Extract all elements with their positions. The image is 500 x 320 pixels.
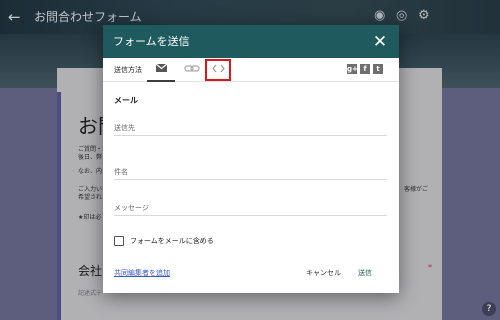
- help-button[interactable]: ?: [482, 302, 496, 316]
- twitter-share-icon[interactable]: t: [373, 64, 383, 74]
- google-plus-share-icon[interactable]: g+: [347, 64, 358, 74]
- send-method-row: 送信方法 g+ f t: [103, 58, 399, 82]
- dialog-title: フォームを送信: [113, 35, 190, 48]
- subject-field[interactable]: 件名: [114, 164, 387, 180]
- add-collaborators-link[interactable]: 共同編集者を追加: [114, 269, 170, 278]
- include-form-label: フォームをメールに含める: [130, 237, 214, 245]
- send-form-dialog: フォームを送信 ✕ 送信方法 g+ f t メール 送信先 件名 メッセージ フ…: [103, 25, 399, 293]
- link-icon: [184, 65, 200, 72]
- mail-icon: [155, 63, 168, 72]
- facebook-share-icon[interactable]: f: [360, 64, 370, 74]
- send-method-label: 送信方法: [114, 66, 142, 74]
- dialog-header: フォームを送信 ✕: [103, 25, 399, 58]
- highlight-box: [205, 59, 231, 81]
- message-field-label: メッセージ: [114, 204, 149, 212]
- recipient-field[interactable]: 送信先: [114, 120, 387, 136]
- include-form-checkbox[interactable]: [114, 236, 124, 246]
- close-icon[interactable]: ✕: [369, 31, 391, 53]
- message-field[interactable]: メッセージ: [114, 200, 387, 216]
- subject-field-label: 件名: [114, 168, 128, 176]
- cancel-button[interactable]: キャンセル: [306, 265, 341, 281]
- send-via-link-tab[interactable]: [181, 58, 203, 82]
- recipient-field-label: 送信先: [114, 124, 135, 132]
- email-section-title: メール: [114, 96, 138, 105]
- send-via-email-tab[interactable]: [147, 58, 175, 82]
- send-button[interactable]: 送信: [358, 265, 372, 281]
